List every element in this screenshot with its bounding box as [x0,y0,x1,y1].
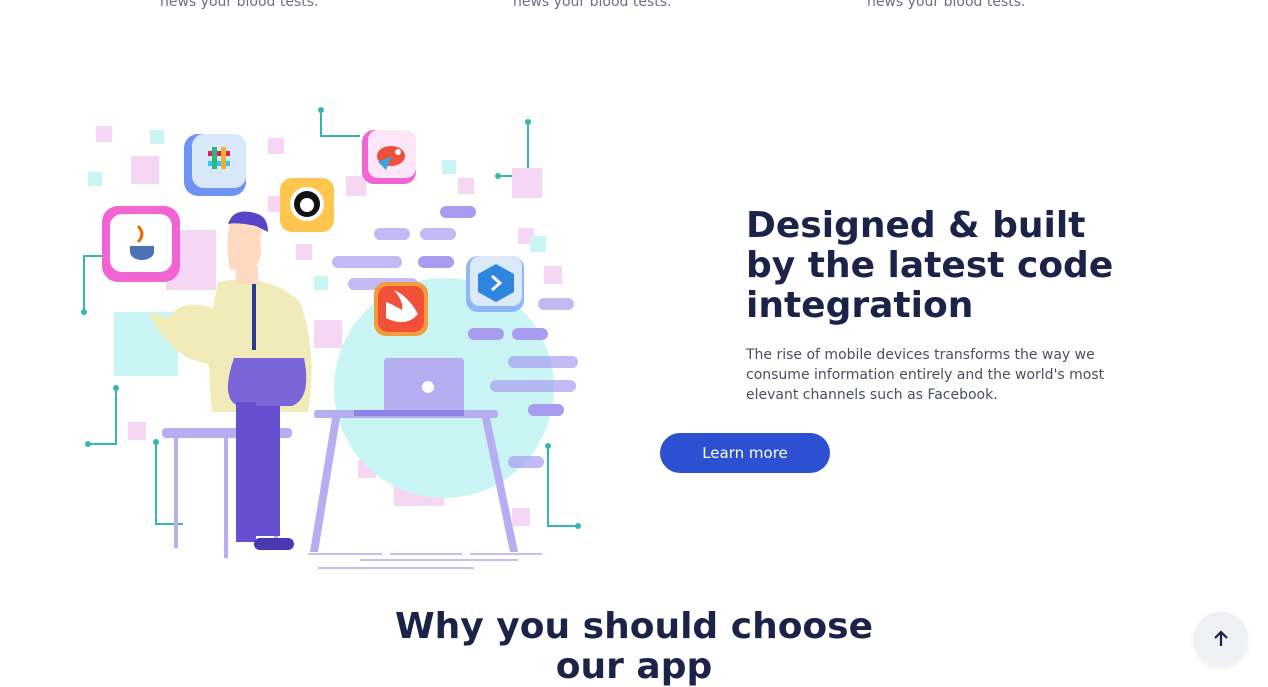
java-icon [102,206,180,282]
integration-headline: Designed & built by the latest code inte… [746,205,1114,326]
xcode-arrow-icon [466,256,524,312]
integration-description: The rise of mobile devices transforms th… [746,347,1105,403]
scroll-to-top-button[interactable] [1194,612,1248,666]
swift-icon [374,282,428,336]
developer-illustration [81,107,581,569]
learn-more-button[interactable]: Learn more [660,433,830,473]
feature-caption-2: news your blood tests. [513,0,672,10]
feature-caption-3: news your blood tests. [867,0,1026,10]
arrow-up-icon [1214,630,1228,646]
bird-icon [362,130,416,184]
floor-lines [308,553,542,569]
why-choose-title: Why you should choose our app [394,606,874,687]
feature-caption-1: news your blood tests. [160,0,319,10]
slack-icon [184,134,246,196]
github-icon [280,178,334,232]
